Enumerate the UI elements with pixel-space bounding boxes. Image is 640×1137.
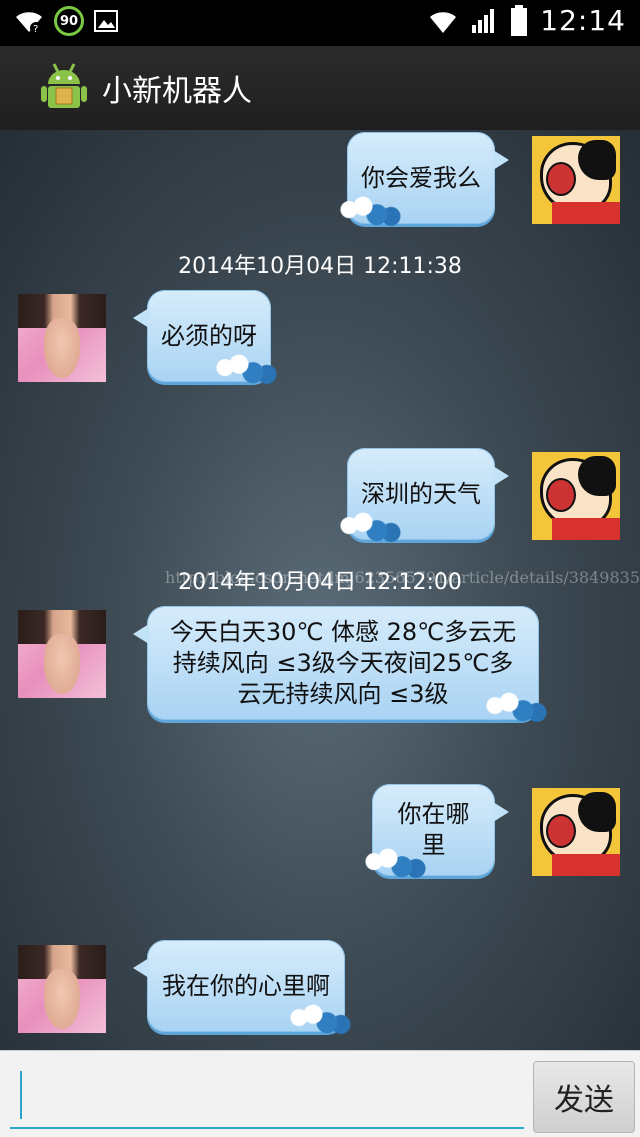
message-bubble-sent[interactable]: 深圳的天气 [335, 448, 509, 546]
message-timestamp: 2014年10月04日 12:11:38 [178, 254, 462, 279]
avatar-me[interactable] [532, 136, 620, 224]
avatar-robot[interactable] [18, 610, 106, 698]
avatar-robot[interactable] [18, 945, 106, 1033]
message-bubble-sent[interactable]: 你会爱我么 [335, 132, 509, 230]
message-text: 深圳的天气 [361, 479, 481, 508]
status-bar: ? 90 12:14 [0, 0, 640, 46]
android-icon[interactable] [40, 62, 88, 114]
message-text: 你会爱我么 [361, 163, 481, 192]
battery-saver-badge: 90 [54, 6, 84, 36]
message-text: 今天白天30℃ 体感 28℃多云无持续风向 ≤3级今天夜间25℃多云无持续风向 … [169, 617, 517, 708]
chat-list[interactable]: 你会爱我么 2014年10月04日 12:11:38 必须的呀 深圳的天气 20… [0, 130, 640, 1050]
wifi-icon [430, 11, 457, 33]
svg-text:?: ? [33, 24, 38, 34]
image-icon [94, 10, 118, 32]
message-bubble-sent[interactable]: 你在哪里 [360, 784, 509, 882]
input-bar: 发送 [0, 1050, 640, 1137]
message-bubble-received[interactable]: 我在你的心里啊 [133, 940, 355, 1038]
send-button[interactable]: 发送 [533, 1061, 635, 1133]
wifi-icon: ? [16, 12, 42, 34]
text-cursor [20, 1071, 22, 1119]
signal-icon [472, 8, 495, 33]
chat-screen: ? 90 12:14 小新机器人 你会爱我么 2014年10月04日 12:11… [0, 0, 640, 1137]
app-title: 小新机器人 [102, 74, 252, 109]
message-bubble-received[interactable]: 必须的呀 [133, 290, 281, 388]
avatar-me[interactable] [532, 452, 620, 540]
message-bubble-received[interactable]: 今天白天30℃ 体感 28℃多云无持续风向 ≤3级今天夜间25℃多云无持续风向 … [133, 606, 551, 726]
battery-icon [511, 4, 528, 36]
action-bar: 小新机器人 [0, 46, 640, 132]
message-text: 我在你的心里啊 [162, 971, 330, 1000]
watermark: http://blog.csdn.net/lmj623565791/articl… [165, 568, 640, 587]
message-text: 必须的呀 [161, 321, 257, 350]
message-input[interactable] [10, 1065, 524, 1129]
avatar-robot[interactable] [18, 294, 106, 382]
clock: 12:14 [540, 4, 626, 37]
avatar-me[interactable] [532, 788, 620, 876]
